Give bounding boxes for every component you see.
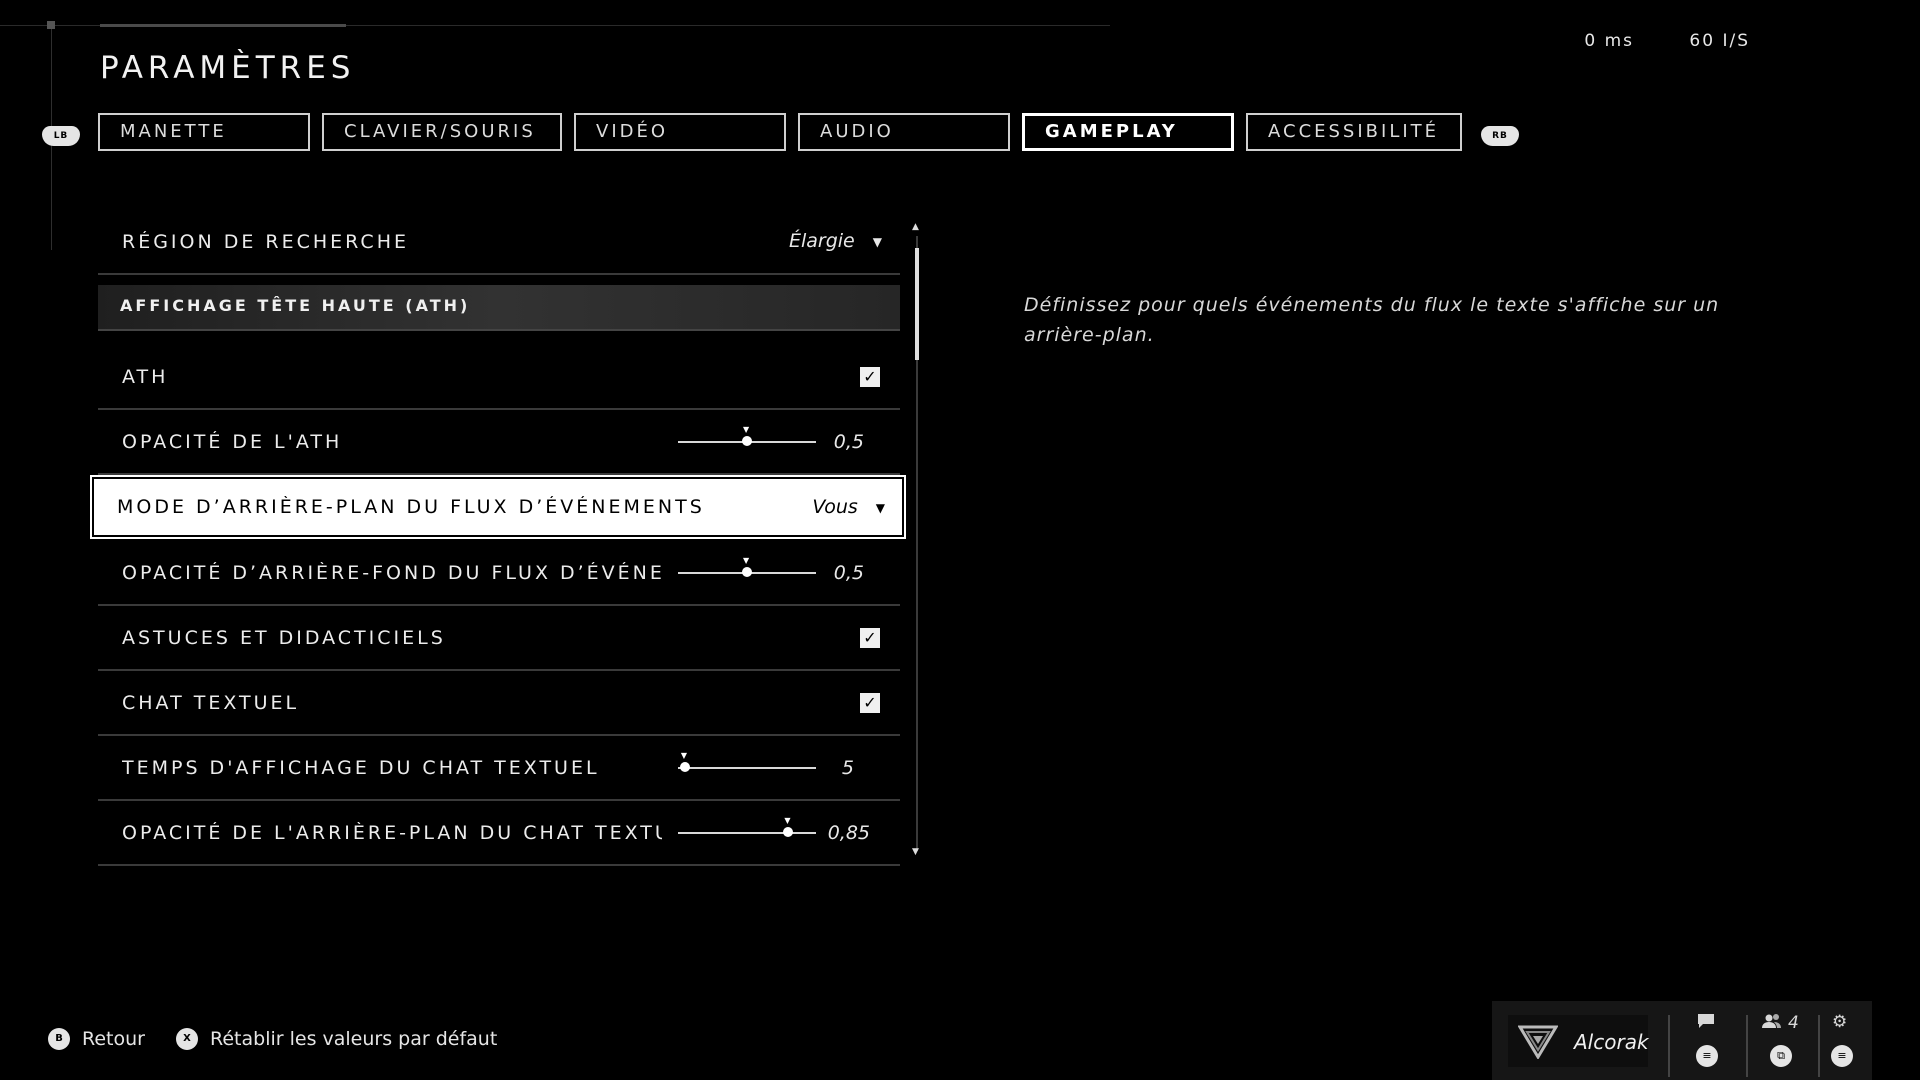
menu-button-icon[interactable]: ≡: [1696, 1045, 1718, 1067]
setting-label: OPACITÉ D’ARRIÈRE-FOND DU FLUX D’ÉVÉNEM: [122, 562, 662, 584]
fps-readout: 60 I/S: [1689, 31, 1750, 51]
event-feed-opacity-slider[interactable]: ▼: [678, 556, 816, 577]
setting-hud-opacity[interactable]: OPACITÉ DE L'ATH ▼ 0,5: [98, 410, 900, 475]
player-name: Alcorak: [1574, 1030, 1649, 1054]
settings-tabs: MANETTE CLAVIER/SOURIS VIDÉO AUDIO GAMEP…: [98, 113, 1462, 151]
scrollbar-thumb[interactable]: [915, 248, 919, 360]
settings-list: RÉGION DE RECHERCHE Élargie ▼ AFFICHAGE T…: [90, 210, 906, 866]
section-header-hud: AFFICHAGE TÊTE HAUTE (ATH): [98, 285, 900, 331]
page-title: PARAMÈTRES: [100, 50, 356, 86]
text-chat-duration-slider[interactable]: ▼: [678, 751, 816, 772]
setting-label: ATH: [122, 366, 169, 388]
scroll-up-icon[interactable]: ▲: [912, 222, 919, 232]
setting-label: OPACITÉ DE L'ARRIÈRE-PLAN DU CHAT TEXTU: [122, 822, 662, 844]
setting-text-chat[interactable]: CHAT TEXTUEL ✓: [98, 671, 900, 736]
tab-clavier-souris[interactable]: CLAVIER/SOURIS: [322, 113, 562, 151]
text-chat-bg-opacity-slider[interactable]: ▼: [678, 816, 816, 837]
slider-handle[interactable]: [679, 762, 690, 772]
menu-button-icon[interactable]: ≡: [1831, 1045, 1853, 1067]
rb-bumper-icon[interactable]: RB: [1481, 126, 1519, 146]
event-feed-bg-mode-dropdown[interactable]: Vous ▼: [812, 496, 885, 518]
friends-icon[interactable]: [1762, 1013, 1782, 1034]
friends-count: 4: [1788, 1013, 1799, 1033]
setting-hud[interactable]: ATH ✓: [98, 345, 900, 410]
slider-value: 0,85: [827, 822, 870, 844]
latency-readout: 0 ms: [1584, 31, 1635, 51]
setting-text-chat-duration[interactable]: TEMPS D'AFFICHAGE DU CHAT TEXTUEL ▼ 5: [98, 736, 900, 801]
lb-bumper-icon[interactable]: LB: [42, 126, 80, 146]
social-dock: Alcorak ≡ 4 ⧉ ⚙ ≡: [1492, 1001, 1872, 1080]
text-chat-checkbox[interactable]: ✓: [860, 693, 880, 713]
slider-value: 0,5: [833, 562, 864, 584]
tab-manette[interactable]: MANETTE: [98, 113, 310, 151]
slider-value: 0,5: [833, 431, 864, 453]
slider-pin-icon: ▼: [784, 816, 791, 825]
dock-separator: [1668, 1015, 1670, 1077]
setting-tips[interactable]: ASTUCES ET DIDACTICIELS ✓: [98, 606, 900, 671]
view-button-icon[interactable]: ⧉: [1770, 1045, 1792, 1067]
chevron-down-icon: ▼: [875, 500, 885, 515]
dock-separator: [1746, 1015, 1748, 1077]
chat-icon[interactable]: [1697, 1013, 1715, 1034]
setting-label: TEMPS D'AFFICHAGE DU CHAT TEXTUEL: [122, 757, 600, 779]
tab-gameplay[interactable]: GAMEPLAY: [1022, 113, 1234, 151]
back-hint[interactable]: B Retour: [48, 1028, 145, 1050]
tips-checkbox[interactable]: ✓: [860, 628, 880, 648]
slider-handle[interactable]: [742, 567, 752, 577]
hud-checkbox[interactable]: ✓: [860, 367, 880, 387]
player-profile[interactable]: Alcorak: [1508, 1015, 1649, 1067]
setting-label: CHAT TEXTUEL: [122, 692, 300, 714]
reset-hint[interactable]: X Rétablir les valeurs par défaut: [176, 1028, 497, 1050]
back-label: Retour: [82, 1028, 145, 1050]
slider-handle[interactable]: [742, 436, 752, 446]
setting-label: OPACITÉ DE L'ATH: [122, 431, 343, 453]
hud-opacity-slider[interactable]: ▼: [678, 425, 816, 446]
dropdown-value: Élargie: [788, 230, 855, 252]
player-emblem-icon: [1518, 1025, 1558, 1059]
scroll-down-icon[interactable]: ▼: [912, 847, 919, 857]
slider-pin-icon: ▼: [743, 556, 750, 565]
setting-search-region[interactable]: RÉGION DE RECHERCHE Élargie ▼: [98, 210, 900, 275]
reset-label: Rétablir les valeurs par défaut: [210, 1028, 498, 1050]
gear-icon[interactable]: ⚙: [1832, 1012, 1847, 1032]
tab-audio[interactable]: AUDIO: [798, 113, 1010, 151]
section-header-label: AFFICHAGE TÊTE HAUTE (ATH): [120, 296, 471, 315]
b-button-icon: B: [48, 1028, 70, 1050]
search-region-dropdown[interactable]: Élargie ▼: [789, 230, 882, 252]
slider-pin-icon: ▼: [680, 751, 688, 760]
dock-separator: [1818, 1015, 1820, 1077]
slider-value: 5: [841, 757, 854, 779]
frame-corner-mark: [47, 21, 55, 29]
x-button-icon: X: [176, 1028, 198, 1050]
performance-stats: 0 ms 60 I/S: [1536, 31, 1750, 51]
setting-label: RÉGION DE RECHERCHE: [122, 231, 409, 253]
slider-handle[interactable]: [783, 827, 794, 837]
tab-accessibilite[interactable]: ACCESSIBILITÉ: [1246, 113, 1462, 151]
setting-event-feed-bg-opacity[interactable]: OPACITÉ D’ARRIÈRE-FOND DU FLUX D’ÉVÉNEM …: [98, 541, 900, 606]
top-divider-highlight: [100, 24, 346, 27]
setting-label: ASTUCES ET DIDACTICIELS: [122, 627, 446, 649]
setting-label: MODE D’ARRIÈRE-PLAN DU FLUX D’ÉVÉNEMENTS: [117, 496, 705, 518]
setting-description: Définissez pour quels événements du flux…: [1024, 294, 1720, 346]
slider-pin-icon: ▼: [743, 425, 750, 434]
setting-text-chat-bg-opacity[interactable]: OPACITÉ DE L'ARRIÈRE-PLAN DU CHAT TEXTU …: [98, 801, 900, 866]
chevron-down-icon: ▼: [872, 234, 882, 249]
tab-video[interactable]: VIDÉO: [574, 113, 786, 151]
setting-event-feed-bg-mode[interactable]: MODE D’ARRIÈRE-PLAN DU FLUX D’ÉVÉNEMENTS…: [90, 475, 906, 539]
dropdown-value: Vous: [812, 496, 858, 518]
